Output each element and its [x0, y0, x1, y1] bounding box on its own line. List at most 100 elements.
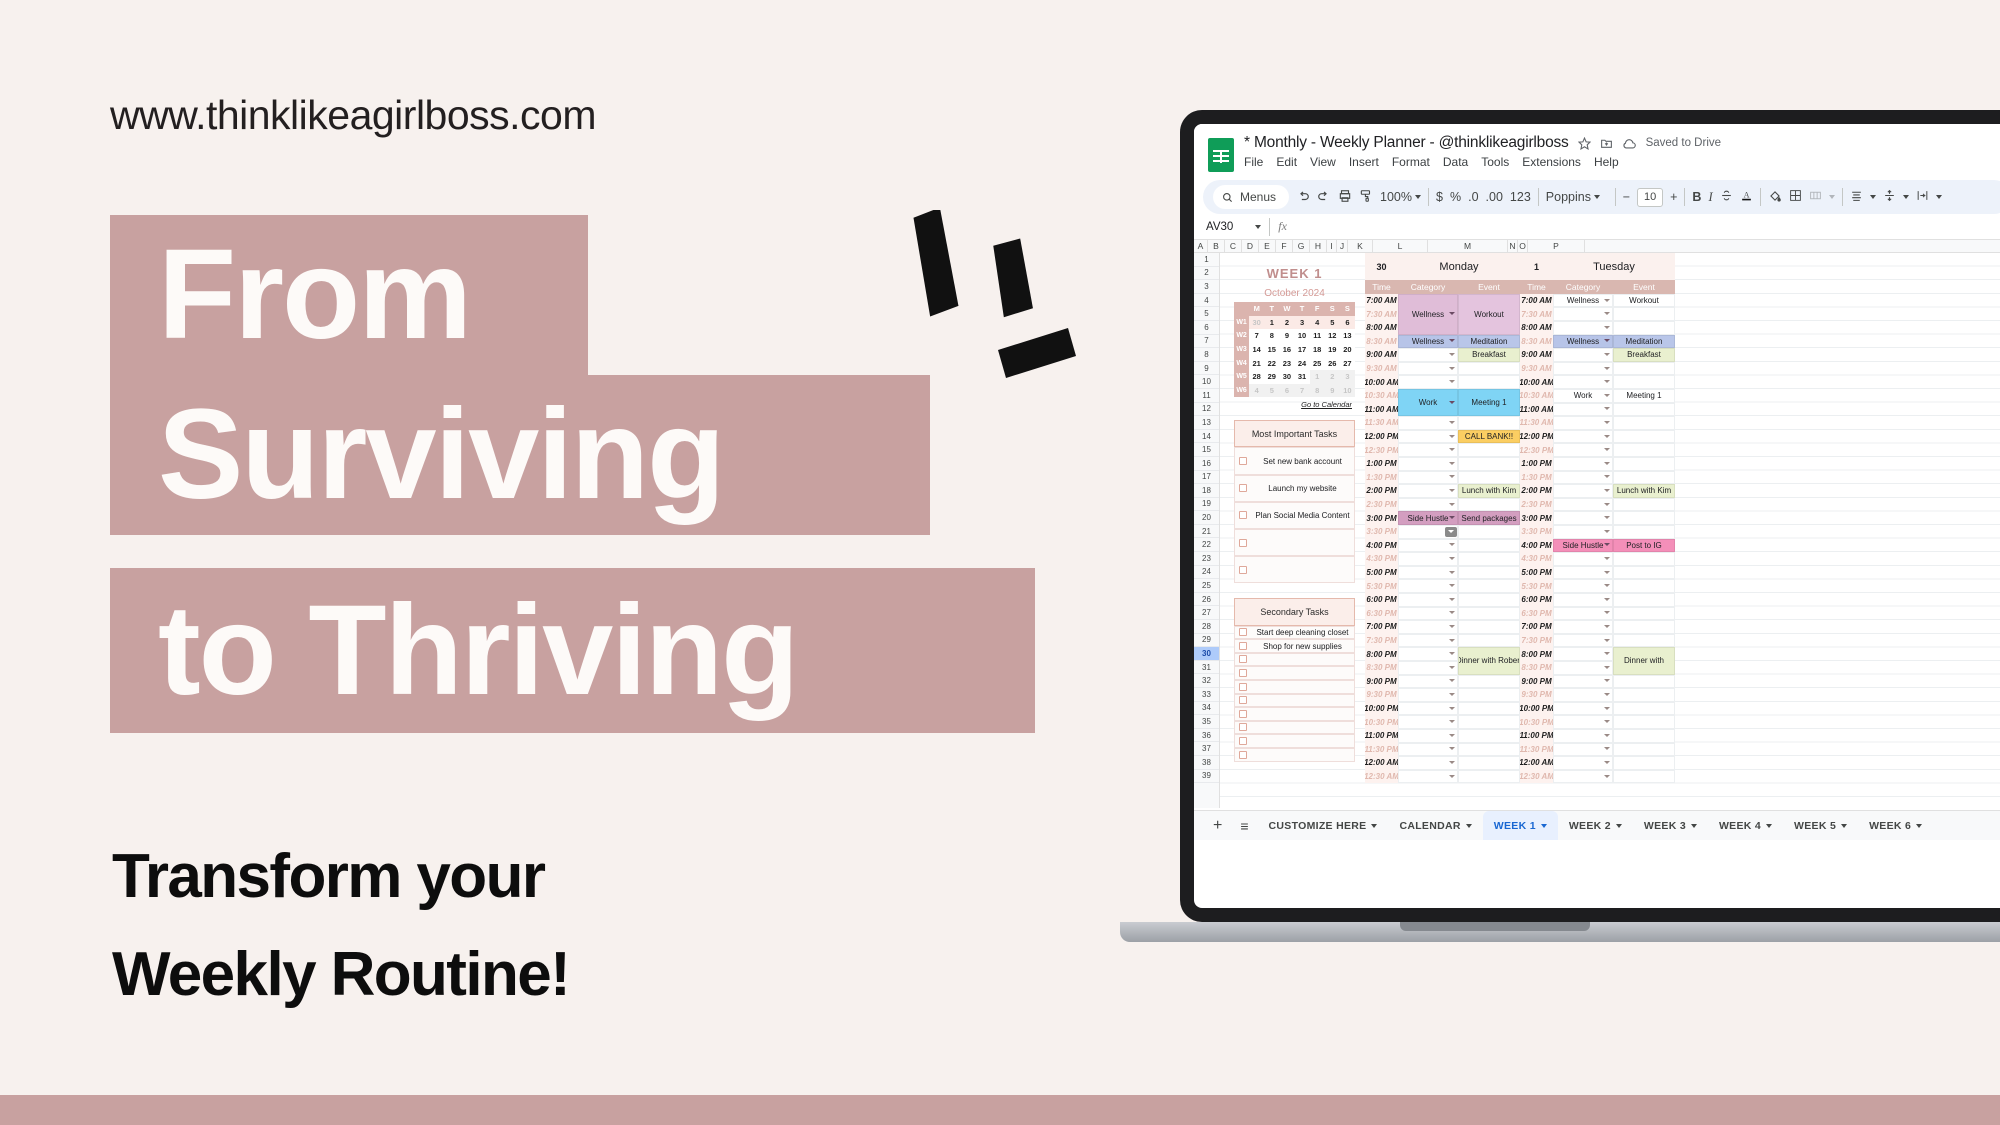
function-icon[interactable]: fx [1278, 219, 1287, 234]
time-cell[interactable]: 10:00 AM [1365, 375, 1398, 389]
time-cell[interactable]: 7:00 AM [1365, 293, 1398, 308]
chevron-down-icon[interactable] [1766, 823, 1773, 828]
event-cell[interactable] [1458, 579, 1520, 593]
name-box[interactable]: AV30 [1202, 221, 1262, 233]
calendar-day-4-1[interactable]: 29 [1264, 370, 1279, 384]
time-cell[interactable]: 8:30 AM [1520, 334, 1553, 349]
category-dropdown-arrow-icon[interactable] [1604, 720, 1610, 724]
row-header-22[interactable]: 22 [1194, 538, 1219, 553]
time-cell[interactable]: 9:30 AM [1365, 361, 1398, 376]
calendar-day-3-0[interactable]: 21 [1249, 356, 1264, 370]
time-cell[interactable]: 10:30 PM [1520, 715, 1553, 729]
event-value[interactable]: Post to IG [1613, 538, 1675, 553]
time-cell[interactable]: 9:00 PM [1520, 674, 1553, 689]
calendar-day-4-3[interactable]: 31 [1295, 370, 1310, 384]
time-cell[interactable]: 6:00 PM [1365, 593, 1398, 607]
event-cell[interactable] [1613, 470, 1675, 485]
calendar-day-0-2[interactable]: 2 [1279, 316, 1294, 330]
chevron-down-icon[interactable] [1841, 823, 1848, 828]
category-dropdown-arrow-icon[interactable] [1449, 584, 1455, 588]
time-cell[interactable]: 11:30 PM [1365, 742, 1398, 757]
menus-search-button[interactable]: Menus [1213, 185, 1290, 209]
time-cell[interactable]: 7:30 AM [1365, 307, 1398, 321]
category-dropdown-arrow-icon[interactable] [1449, 543, 1455, 547]
move-to-folder-icon[interactable] [1600, 137, 1613, 150]
valign-chevron-down-icon[interactable] [1902, 195, 1909, 199]
row-header-35[interactable]: 35 [1194, 715, 1219, 729]
task-checkbox[interactable] [1239, 565, 1247, 574]
task-checkbox[interactable] [1239, 538, 1247, 547]
time-cell[interactable]: 1:30 PM [1365, 470, 1398, 485]
category-dropdown-arrow-icon[interactable] [1604, 652, 1610, 656]
time-cell[interactable]: 7:00 PM [1365, 620, 1398, 634]
category-dropdown-arrow-icon[interactable] [1449, 679, 1455, 683]
secondary-task-checkbox[interactable] [1239, 696, 1247, 705]
menu-insert[interactable]: Insert [1349, 155, 1379, 169]
calendar-day-4-0[interactable]: 28 [1249, 370, 1264, 384]
time-cell[interactable]: 9:00 AM [1365, 348, 1398, 362]
category-dropdown-arrow-icon[interactable] [1604, 557, 1610, 560]
time-cell[interactable]: 3:30 PM [1520, 525, 1553, 539]
calendar-day-2-3[interactable]: 17 [1295, 343, 1310, 357]
event-cell[interactable] [1613, 402, 1675, 417]
event-cell[interactable] [1458, 756, 1520, 770]
category-dropdown-arrow-icon[interactable] [1449, 774, 1455, 778]
event-value[interactable]: Meditation [1613, 334, 1675, 349]
column-header-H[interactable]: H [1310, 240, 1327, 252]
time-cell[interactable]: 2:00 PM [1520, 484, 1553, 498]
strikethrough-button[interactable] [1720, 189, 1733, 205]
column-header-M[interactable]: M [1428, 240, 1508, 252]
time-cell[interactable]: 8:00 AM [1520, 321, 1553, 335]
event-value[interactable]: Send packages [1458, 511, 1520, 525]
event-cell[interactable] [1613, 729, 1675, 743]
time-cell[interactable]: 9:30 PM [1365, 688, 1398, 702]
time-cell[interactable]: 10:00 PM [1520, 701, 1553, 716]
category-dropdown-arrow-icon[interactable] [1449, 761, 1455, 764]
calendar-day-2-2[interactable]: 16 [1279, 343, 1294, 357]
align-chevron-down-icon[interactable] [1869, 195, 1876, 199]
category-dropdown-arrow-icon[interactable] [1449, 706, 1455, 710]
menu-extensions[interactable]: Extensions [1522, 155, 1581, 169]
calendar-day-0-0[interactable]: 30 [1249, 316, 1264, 330]
row-header-37[interactable]: 37 [1194, 742, 1219, 756]
add-sheet-button[interactable]: + [1204, 811, 1231, 840]
event-cell[interactable] [1613, 443, 1675, 457]
column-header-J[interactable]: J [1337, 240, 1348, 252]
row-header-11[interactable]: 11 [1194, 389, 1219, 403]
event-cell[interactable] [1458, 538, 1520, 553]
row-header-16[interactable]: 16 [1194, 457, 1219, 471]
event-value[interactable]: Breakfast [1458, 348, 1520, 362]
event-cell[interactable] [1458, 633, 1520, 648]
category-dropdown-arrow-icon[interactable] [1604, 529, 1610, 533]
event-cell[interactable] [1613, 715, 1675, 729]
calendar-day-0-5[interactable]: 5 [1325, 316, 1340, 330]
calendar-day-1-4[interactable]: 11 [1310, 329, 1325, 343]
event-cell[interactable] [1458, 443, 1520, 457]
event-cell[interactable] [1458, 552, 1520, 566]
column-header-I[interactable]: I [1327, 240, 1337, 252]
calendar-day-4-6[interactable]: 3 [1339, 369, 1355, 384]
go-to-calendar-link[interactable]: Go to Calendar [1234, 398, 1352, 412]
event-cell[interactable] [1458, 606, 1520, 621]
sheet-tab-week-6[interactable]: WEEK 6 [1858, 811, 1933, 840]
task-checkbox[interactable] [1239, 484, 1247, 493]
event-cell[interactable] [1458, 729, 1520, 743]
calendar-day-3-4[interactable]: 25 [1310, 356, 1325, 370]
row-header-10[interactable]: 10 [1194, 375, 1219, 389]
calendar-day-3-6[interactable]: 27 [1340, 356, 1355, 370]
chevron-down-icon[interactable] [1371, 823, 1378, 828]
secondary-task-checkbox[interactable] [1239, 737, 1247, 746]
row-header-38[interactable]: 38 [1194, 756, 1219, 770]
event-value[interactable]: Dinner with [1613, 647, 1675, 675]
event-cell[interactable] [1458, 416, 1520, 430]
calendar-day-5-0[interactable]: 4 [1249, 384, 1264, 398]
row-header-28[interactable]: 28 [1194, 620, 1219, 634]
calendar-day-0-6[interactable]: 6 [1340, 316, 1355, 330]
secondary-task-checkbox[interactable] [1239, 641, 1247, 650]
event-cell[interactable] [1458, 620, 1520, 634]
category-dropdown-arrow-icon[interactable] [1604, 312, 1610, 316]
time-cell[interactable]: 7:30 AM [1520, 307, 1553, 321]
category-dropdown-arrow-icon[interactable] [1604, 298, 1610, 302]
row-header-5[interactable]: 5 [1194, 307, 1219, 321]
time-cell[interactable]: 10:30 AM [1365, 389, 1398, 403]
